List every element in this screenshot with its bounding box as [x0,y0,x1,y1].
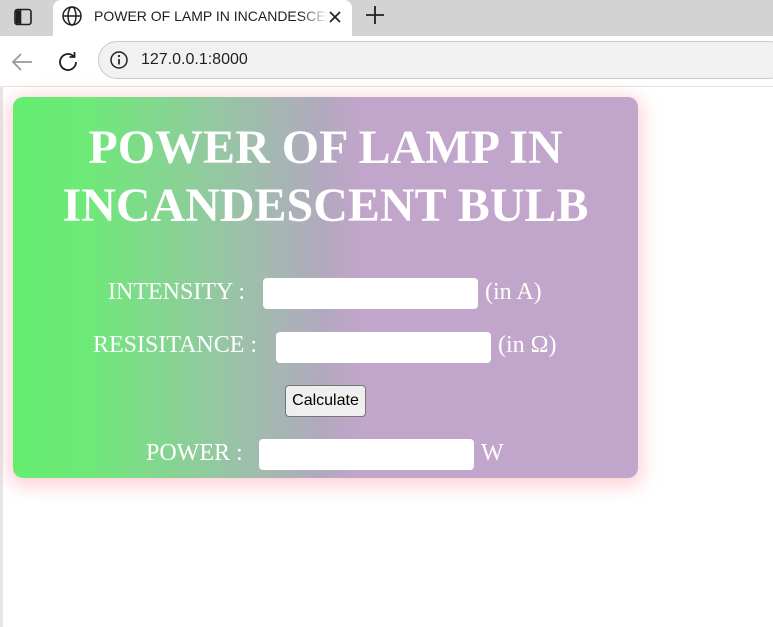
back-arrow-icon[interactable] [9,49,35,75]
page-title: POWER OF LAMP IN INCANDESCENT BULB [62,121,589,232]
resistance-unit: (in Ω) [498,332,557,358]
sidebar-icon [14,8,32,26]
tab-title: POWER OF LAMP IN INCANDESCENT BULB [94,8,328,24]
intensity-input[interactable] [263,278,478,309]
address-bar[interactable]: 127.0.0.1:8000 [98,41,773,79]
sidebar-toggle-button[interactable] [6,3,40,31]
intensity-label: INTENSITY : [108,279,246,305]
info-icon[interactable] [109,50,129,70]
resistance-label: RESISITANCE : [93,332,258,358]
power-label: POWER : [146,440,243,466]
power-unit: W [481,440,504,466]
power-output[interactable] [259,439,474,470]
calculate-button[interactable]: Calculate [285,385,366,417]
globe-icon [62,6,82,26]
tab-strip: POWER OF LAMP IN INCANDESCENT BULB [0,0,773,36]
close-icon[interactable] [324,6,346,28]
calculator-card: POWER OF LAMP IN INCANDESCENT BULB INTEN… [13,97,638,478]
url-text: 127.0.0.1:8000 [141,51,248,68]
plus-icon[interactable] [363,3,387,27]
browser-tab[interactable]: POWER OF LAMP IN INCANDESCENT BULB [53,0,352,36]
resistance-input[interactable] [276,332,491,363]
intensity-unit: (in A) [485,279,542,305]
reload-icon[interactable] [55,49,81,75]
browser-toolbar: 127.0.0.1:8000 [0,36,773,87]
